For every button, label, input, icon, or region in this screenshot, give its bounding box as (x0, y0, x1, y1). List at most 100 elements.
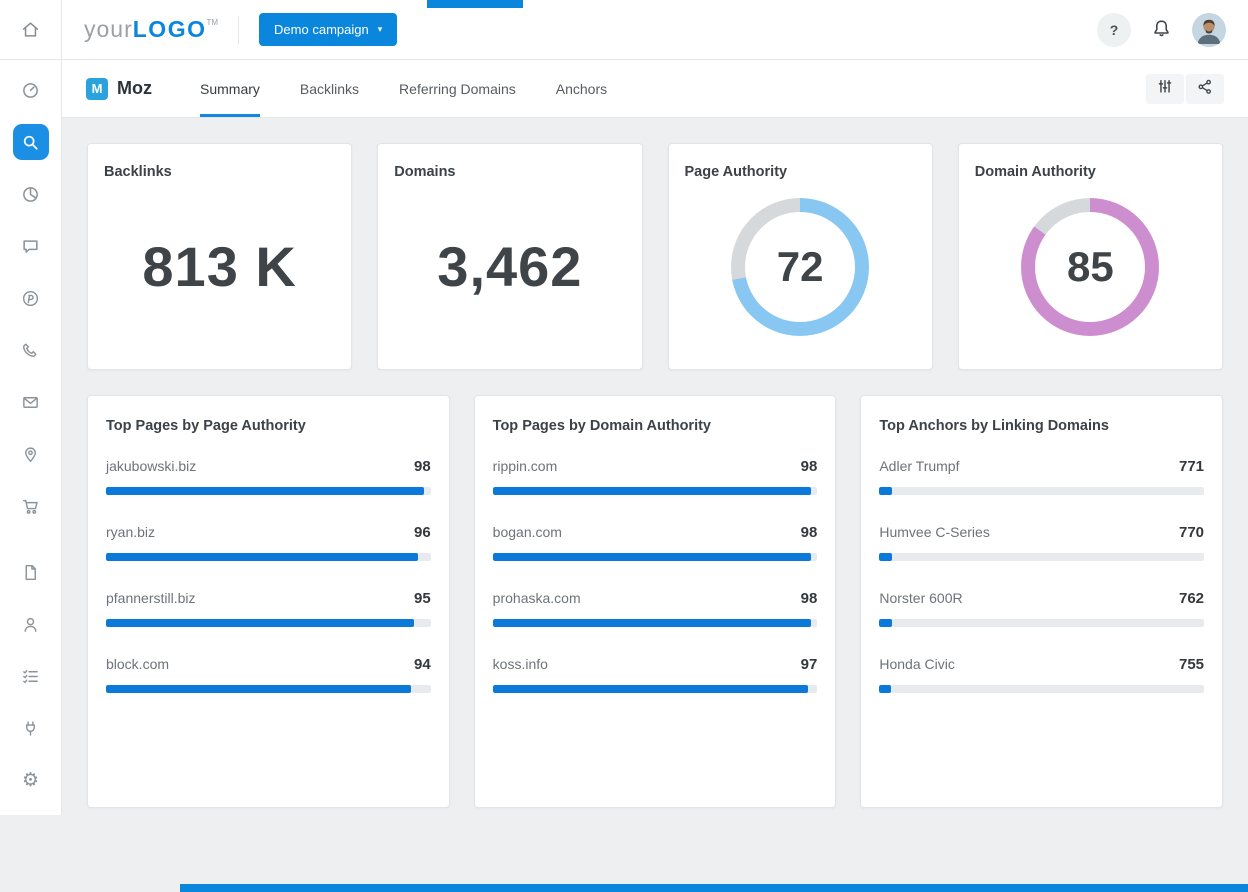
header-actions: ? (1097, 13, 1226, 47)
help-button[interactable]: ? (1097, 13, 1131, 47)
home-icon (21, 20, 40, 39)
tab-referring-domains[interactable]: Referring Domains (379, 60, 536, 117)
card-domain-authority: Domain Authority 85 (958, 143, 1223, 370)
plug-icon (21, 719, 40, 738)
list-item: Norster 600R762 (879, 590, 1204, 627)
progress-bar (493, 619, 818, 627)
sidebar-item-locations[interactable] (13, 436, 49, 472)
tab-summary[interactable]: Summary (180, 60, 280, 117)
item-label: jakubowski.biz (106, 458, 196, 474)
avatar[interactable] (1192, 13, 1226, 47)
sidebar-item-clients[interactable] (13, 606, 49, 642)
card-title: Top Pages by Domain Authority (493, 418, 818, 434)
share-button[interactable] (1186, 74, 1224, 104)
bell-icon (1151, 27, 1172, 42)
item-label: Adler Trumpf (879, 458, 959, 474)
sidebar-item-comments[interactable] (13, 228, 49, 264)
card-title: Domain Authority (975, 164, 1206, 180)
sidebar-item-ecommerce[interactable] (13, 488, 49, 524)
list-item: prohaska.com 98 (493, 590, 818, 627)
card-title: Top Pages by Page Authority (106, 418, 431, 434)
item-label: ryan.biz (106, 524, 155, 540)
integration-identity: M Moz (86, 78, 152, 100)
sidebar: ⚙ (0, 0, 62, 815)
sidebar-item-home[interactable] (0, 0, 62, 60)
dashboard-gauge-icon (21, 81, 40, 100)
item-label: prohaska.com (493, 590, 581, 606)
progress-bar (106, 685, 431, 693)
tab-backlinks[interactable]: Backlinks (280, 60, 379, 117)
campaign-selector-button[interactable]: Demo campaign ▾ (259, 13, 397, 46)
progress-bar (879, 619, 1204, 627)
item-value: 98 (801, 458, 818, 475)
list-item: koss.info97 (493, 656, 818, 693)
list-item: Honda Civic 755 (879, 656, 1204, 693)
card-top-pages-domain-authority: Top Pages by Domain Authority rippin.com… (474, 395, 837, 808)
item-value: 97 (801, 656, 818, 673)
filter-sliders-icon (1156, 78, 1174, 99)
sidebar-item-search[interactable] (13, 124, 49, 160)
item-value: 755 (1179, 656, 1204, 673)
list-item: ryan.biz 96 (106, 524, 431, 561)
item-value: 94 (414, 656, 431, 673)
item-value: 98 (801, 524, 818, 541)
list-item: bogan.com 98 (493, 524, 818, 561)
sidebar-item-calls[interactable] (13, 332, 49, 368)
integration-name: Moz (117, 78, 152, 99)
lists-row: Top Pages by Page Authority jakubowski.b… (87, 395, 1223, 808)
card-title: Domains (394, 164, 625, 180)
mail-icon (21, 393, 40, 412)
page-authority-donut-chart: 72 (731, 198, 869, 336)
item-value: 98 (801, 590, 818, 607)
item-label: rippin.com (493, 458, 558, 474)
domain-authority-value: 85 (1067, 243, 1114, 291)
filter-button[interactable] (1146, 74, 1184, 104)
progress-bar (106, 553, 431, 561)
header-divider (238, 16, 239, 44)
list-item: Adler Trumpf 771 (879, 458, 1204, 495)
item-label: pfannerstill.biz (106, 590, 196, 606)
main-content: Backlinks 813 K Domains 3,462 Page Autho… (62, 118, 1248, 892)
sidebar-item-tasks[interactable] (13, 658, 49, 694)
gear-icon: ⚙ (22, 771, 39, 790)
app-logo: yourLOGOTM (84, 16, 218, 43)
tab-anchors[interactable]: Anchors (536, 60, 627, 117)
item-label: bogan.com (493, 524, 562, 540)
list-item: rippin.com 98 (493, 458, 818, 495)
progress-bar (106, 487, 431, 495)
item-value: 770 (1179, 524, 1204, 541)
item-value: 771 (1179, 458, 1204, 475)
progress-bar (493, 685, 818, 693)
notifications-button[interactable] (1147, 14, 1176, 46)
document-icon (21, 563, 40, 582)
item-label: Humvee C-Series (879, 524, 989, 540)
item-value: 762 (1179, 590, 1204, 607)
sidebar-item-dashboard[interactable] (13, 72, 49, 108)
card-backlinks: Backlinks 813 K (87, 143, 352, 370)
sidebar-item-integrations[interactable] (13, 710, 49, 746)
item-value: 96 (414, 524, 431, 541)
sidebar-item-analytics[interactable] (13, 176, 49, 212)
logo-trademark: TM (206, 18, 218, 27)
sidebar-item-settings[interactable]: ⚙ (13, 762, 49, 798)
list-item: jakubowski.biz98 (106, 458, 431, 495)
sidebar-item-pinterest[interactable] (13, 280, 49, 316)
progress-bar (879, 685, 1204, 693)
sidebar-item-email[interactable] (13, 384, 49, 420)
item-label: Honda Civic (879, 656, 954, 672)
tab-bar: Summary Backlinks Referring Domains Anch… (180, 60, 627, 117)
comment-icon (21, 237, 40, 256)
card-title: Top Anchors by Linking Domains (879, 418, 1204, 434)
share-icon (1196, 78, 1214, 99)
sidebar-item-reports[interactable] (13, 554, 49, 590)
list-item: pfannerstill.biz 95 (106, 590, 431, 627)
page-authority-value: 72 (777, 243, 824, 291)
campaign-selector-label: Demo campaign (274, 22, 369, 37)
pie-chart-icon (21, 185, 40, 204)
decorative-top-strip (427, 0, 523, 8)
domain-authority-donut-chart: 85 (1021, 198, 1159, 336)
progress-bar (879, 487, 1204, 495)
item-value: 95 (414, 590, 431, 607)
location-icon (21, 445, 40, 464)
logo-main: LOGO (133, 16, 207, 43)
